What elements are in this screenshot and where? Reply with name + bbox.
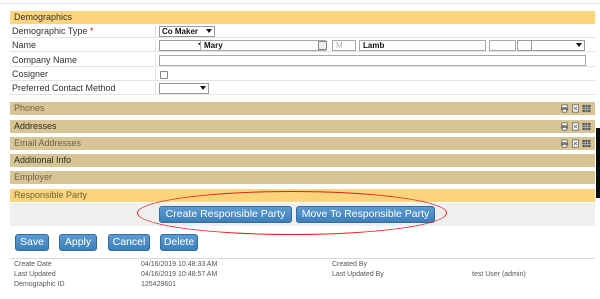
middle-initial-input[interactable]: M (332, 40, 356, 51)
email-section-header[interactable]: Email Addresses (10, 137, 595, 150)
email-title: Email Addresses (14, 138, 82, 148)
demographic-id-label: Demographic ID (14, 281, 65, 288)
export-icon[interactable] (571, 104, 580, 113)
addresses-section-header[interactable]: Addresses (10, 120, 595, 133)
last-updated-by-label: Last Updated By (332, 271, 384, 278)
company-name-input[interactable] (159, 55, 586, 66)
created-by-label: Created By (332, 261, 368, 268)
name-title-select[interactable] (531, 40, 585, 51)
responsible-party-title: Responsible Party (14, 190, 88, 200)
apply-button[interactable]: Apply (59, 234, 97, 251)
last-name-input[interactable]: Lamb (359, 40, 486, 51)
demographics-header[interactable]: Demographics (10, 11, 595, 24)
name-extra-input[interactable] (489, 40, 516, 51)
grid-icon[interactable] (582, 104, 591, 113)
create-date-label: Create Date (14, 261, 52, 268)
export-icon[interactable] (571, 122, 580, 131)
grid-icon[interactable] (582, 139, 591, 148)
print-icon[interactable] (560, 122, 569, 131)
contact-method-select[interactable] (159, 83, 209, 94)
contact-label: Preferred Contact Method (12, 83, 116, 93)
chevron-down-icon (576, 43, 582, 47)
last-updated-by-value: test User (admin) (472, 271, 526, 278)
cosigner-label: Cosigner (12, 69, 49, 79)
highlight-ellipse (137, 191, 447, 235)
grid-icon[interactable] (582, 122, 591, 131)
calendar-icon[interactable] (318, 41, 327, 50)
window-edge (596, 128, 600, 198)
demographic-type-select[interactable]: Co Maker (159, 26, 215, 37)
phones-title: Phones (14, 103, 45, 113)
save-button[interactable]: Save (15, 234, 49, 251)
last-updated-label: Last Updated (14, 271, 56, 278)
top-border (0, 0, 600, 4)
demographic-id-value: 125429601 (141, 281, 177, 288)
print-icon[interactable] (560, 104, 569, 113)
first-name-input[interactable]: Mary (200, 40, 326, 51)
phones-section-header[interactable]: Phones (10, 102, 595, 115)
chevron-down-icon (200, 86, 206, 90)
cancel-button[interactable]: Cancel (108, 234, 150, 251)
create-date-value: 04/16/2019 10:48:33 AM (141, 261, 218, 268)
company-row: Company Name (10, 54, 595, 67)
record-metadata: Create Date 04/16/2019 10:48:33 AM Creat… (10, 258, 595, 290)
contact-row: Preferred Contact Method (10, 82, 595, 95)
export-icon[interactable] (571, 139, 580, 148)
company-label: Company Name (12, 55, 78, 65)
employer-section-header[interactable]: Employer (10, 171, 595, 184)
addresses-title: Addresses (14, 121, 57, 131)
name-label: Name (12, 40, 37, 50)
chevron-down-icon (206, 29, 212, 33)
demographic-type-row: Demographic Type * Co Maker (10, 25, 595, 38)
cosigner-checkbox[interactable] (160, 71, 168, 79)
additional-info-title: Additional Info (14, 155, 72, 165)
demographic-type-label: Demographic Type * (12, 26, 94, 36)
name-row: Name Mary M Lamb (10, 39, 595, 52)
cosigner-row: Cosigner (10, 68, 595, 81)
employer-title: Employer (14, 172, 53, 182)
last-updated-value: 04/16/2019 10:48:57 AM (141, 271, 218, 278)
additional-info-section-header[interactable]: Additional Info (10, 154, 595, 167)
delete-button[interactable]: Delete (160, 234, 198, 251)
print-icon[interactable] (560, 139, 569, 148)
demographics-title: Demographics (14, 12, 73, 22)
